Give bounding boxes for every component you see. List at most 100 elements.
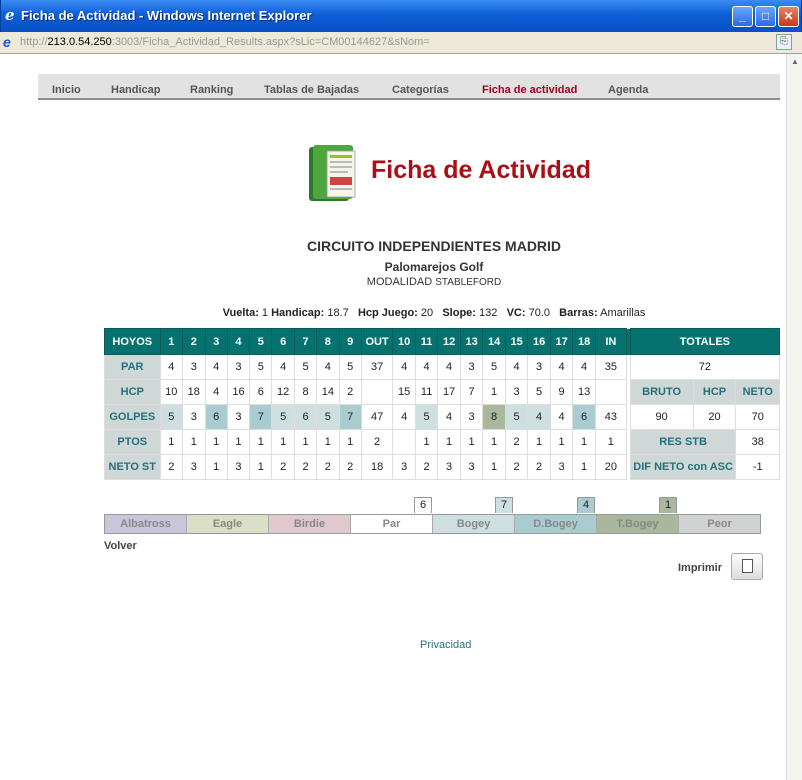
address-url[interactable]: http://213.0.54.250:3003/Ficha_Actividad…	[20, 36, 430, 48]
score-cell: 1	[459, 429, 484, 455]
score-cell: 4	[392, 404, 416, 430]
score-cell: 15	[392, 379, 416, 405]
header-cell: 7	[293, 328, 318, 355]
scorecard-wrapper: HOYOS 1 2 3 4 5 6 7 8 9 OUT 10 11 12 13 …	[104, 328, 780, 480]
score-cell: 2	[338, 454, 362, 480]
score-cell: 7	[459, 379, 484, 405]
score-cell: 1	[437, 429, 461, 455]
score-cell: 4	[414, 354, 439, 380]
score-cell: 5	[414, 404, 439, 430]
score-cell: 2	[316, 454, 340, 480]
minimize-button[interactable]: _	[732, 6, 753, 27]
header-cell: 13	[459, 328, 484, 355]
score-cell: 1	[293, 429, 318, 455]
score-cell: 9	[549, 379, 574, 405]
close-button[interactable]: ✕	[778, 6, 799, 27]
privacidad-link[interactable]: Privacidad	[420, 639, 471, 651]
header-cell: 9	[338, 328, 362, 355]
nav-tablas-bajadas[interactable]: Tablas de Bajadas	[264, 84, 359, 96]
score-cell: 4	[271, 354, 295, 380]
legend-par: Par	[351, 515, 433, 533]
print-button[interactable]	[731, 553, 763, 580]
score-cell: 3	[437, 454, 461, 480]
compat-icon[interactable]: ⎘	[776, 34, 792, 50]
nav-ranking[interactable]: Ranking	[190, 84, 233, 96]
score-cell: 2	[159, 454, 184, 480]
score-cell: 6	[249, 379, 273, 405]
score-cell: 4	[437, 404, 461, 430]
header-cell: 18	[572, 328, 596, 355]
document-logo-icon	[309, 145, 356, 201]
nav-handicap[interactable]: Handicap	[111, 84, 161, 96]
score-cell: 2	[271, 454, 295, 480]
res-stb-value: 38	[735, 429, 780, 455]
vertical-scrollbar[interactable]: ▲	[786, 54, 802, 780]
legend-dbogey: D.Bogey	[515, 515, 597, 533]
row-label: HCP	[104, 379, 161, 405]
nav-inicio[interactable]: Inicio	[52, 84, 81, 96]
header-cell: 1	[159, 328, 184, 355]
dbogey-count: 4	[577, 497, 595, 513]
score-cell: 1	[482, 429, 506, 455]
score-cell: 5	[159, 404, 184, 430]
ie-logo-icon: e	[5, 6, 15, 24]
hcp-label: HCP	[692, 379, 737, 405]
header-cell: HOYOS	[104, 328, 161, 355]
score-cell: 2	[338, 379, 362, 405]
volver-link[interactable]: Volver	[104, 540, 137, 552]
tbogey-count: 1	[659, 497, 677, 513]
score-legend: Albatross Eagle Birdie Par Bogey D.Bogey…	[104, 514, 761, 534]
score-cell: 7	[249, 404, 273, 430]
neto-label: NETO	[735, 379, 780, 405]
score-cell: 10	[159, 379, 184, 405]
neto-value: 70	[735, 404, 780, 430]
score-cell: 5	[338, 354, 362, 380]
score-cell: 1	[182, 429, 206, 455]
logo-title: Ficha de Actividad	[371, 156, 591, 184]
header-cell: 16	[527, 328, 551, 355]
score-cell: 1	[204, 429, 228, 455]
maximize-button[interactable]: □	[755, 6, 776, 27]
score-cell: 4	[204, 354, 228, 380]
hcp-value: 20	[692, 404, 737, 430]
score-cell: 2	[504, 429, 529, 455]
score-cell: 35	[594, 354, 627, 380]
row-label: PTOS	[104, 429, 161, 455]
score-cell: 14	[316, 379, 340, 405]
header-cell: 14	[482, 328, 506, 355]
score-cell: 1	[338, 429, 362, 455]
score-cell: 3	[226, 454, 251, 480]
score-cell	[392, 429, 416, 455]
scroll-up-icon[interactable]: ▲	[788, 55, 802, 69]
totales-header: TOTALES	[629, 328, 780, 355]
round-info: Vuelta: 1 Handicap: 18.7 Hcp Juego: 20 S…	[222, 307, 646, 319]
bruto-value: 90	[629, 404, 694, 430]
nav-agenda[interactable]: Agenda	[608, 84, 648, 96]
score-cell: 3	[549, 454, 574, 480]
scorecard-table: HOYOS 1 2 3 4 5 6 7 8 9 OUT 10 11 12 13 …	[104, 328, 780, 480]
header-cell: 8	[316, 328, 340, 355]
score-cell: 1	[572, 429, 596, 455]
score-cell: 3	[226, 354, 251, 380]
score-cell: 13	[572, 379, 596, 405]
par-total: 72	[629, 354, 780, 380]
score-cell: 1	[159, 429, 184, 455]
row-label: GOLPES	[104, 404, 161, 430]
header-cell: 12	[437, 328, 461, 355]
score-cell: 1	[482, 454, 506, 480]
page-ie-icon: e	[3, 34, 11, 50]
score-cell: 2	[527, 454, 551, 480]
score-cell: 1	[226, 429, 251, 455]
nav-ficha-actividad[interactable]: Ficha de actividad	[482, 84, 577, 96]
nav-categorias[interactable]: Categorías	[392, 84, 449, 96]
score-cell: 6	[293, 404, 318, 430]
address-bar[interactable]: e http://213.0.54.250:3003/Ficha_Activid…	[0, 32, 802, 54]
score-cell: 1	[249, 429, 273, 455]
score-cell: 3	[459, 454, 484, 480]
score-cell: 6	[572, 404, 596, 430]
header-cell: OUT	[360, 328, 394, 355]
header-cell: 4	[226, 328, 251, 355]
score-cell: 5	[293, 354, 318, 380]
table-row-golpes: GOLPES 5 3 6 3 7 5 6 5 7 47 4 5 4 3 8 5 …	[104, 404, 780, 430]
imprimir-label[interactable]: Imprimir	[678, 562, 722, 574]
